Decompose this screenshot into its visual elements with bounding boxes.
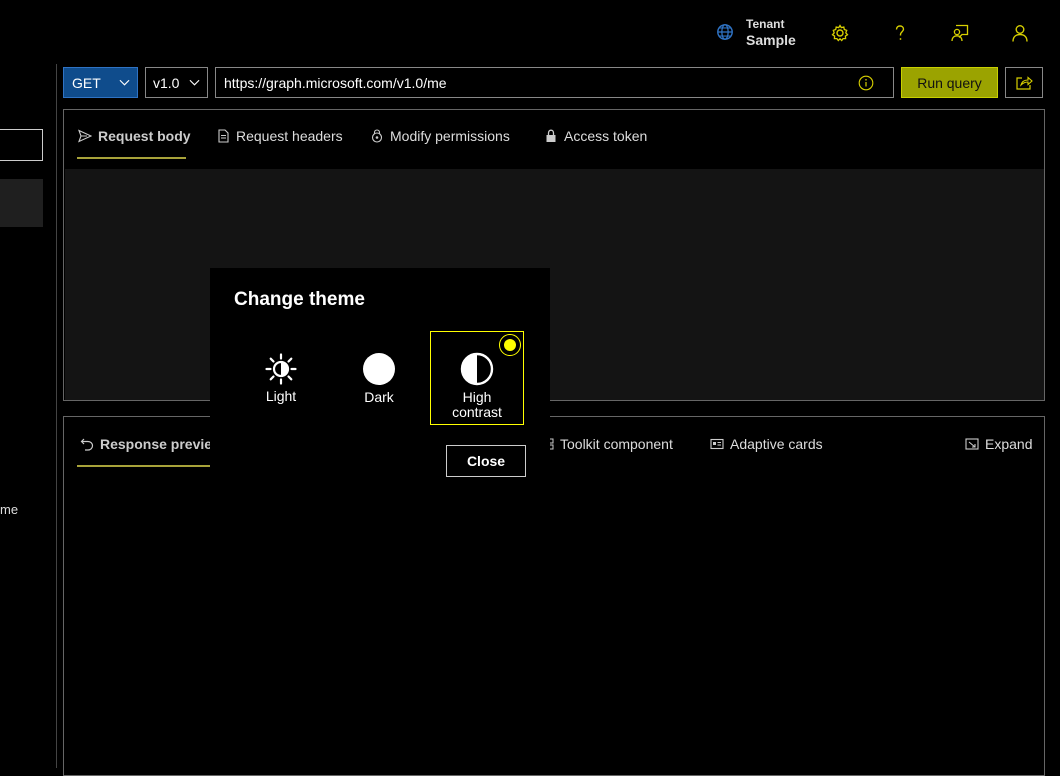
share-query-button[interactable] xyxy=(1005,67,1043,98)
dialog-title: Change theme xyxy=(234,289,365,310)
query-url-input[interactable] xyxy=(215,67,894,98)
tab-label: Expand xyxy=(985,436,1033,452)
chevron-down-icon xyxy=(119,79,130,86)
version-value: v1.0 xyxy=(153,74,180,91)
tab-response-preview[interactable]: Response preview xyxy=(80,436,223,452)
tab-access-token[interactable]: Access token xyxy=(544,128,647,144)
send-icon xyxy=(78,129,92,143)
expand-icon xyxy=(965,438,979,450)
tab-label: Toolkit component xyxy=(560,436,673,452)
sidebar-search-input[interactable] xyxy=(0,129,43,161)
tab-label: Request headers xyxy=(236,128,343,144)
filled-circle-icon xyxy=(363,353,395,385)
tab-label: Adaptive cards xyxy=(730,436,823,452)
feedback-button[interactable] xyxy=(949,22,971,44)
feedback-icon xyxy=(951,24,969,42)
help-button[interactable] xyxy=(889,22,911,44)
lock-icon xyxy=(546,129,556,142)
radio-dot xyxy=(504,339,516,351)
tenant-name: Sample xyxy=(746,32,796,48)
http-method-dropdown[interactable]: GET xyxy=(63,67,138,98)
run-query-button[interactable]: Run query xyxy=(901,67,998,98)
tenant-label: Tenant xyxy=(746,17,785,31)
chevron-down-icon xyxy=(189,79,200,86)
sidebar-divider xyxy=(56,64,57,768)
share-icon xyxy=(1016,75,1033,90)
person-icon xyxy=(1012,25,1028,42)
account-button[interactable] xyxy=(1009,22,1031,44)
gear-icon xyxy=(831,24,849,42)
globe-icon xyxy=(717,24,733,40)
theme-label-dark: Dark xyxy=(364,389,394,405)
theme-option-dark[interactable]: Dark xyxy=(354,352,404,405)
card-icon xyxy=(710,438,724,450)
theme-option-light[interactable]: Light xyxy=(256,352,306,404)
tenant-switcher[interactable]: Tenant Sample xyxy=(716,16,796,48)
tab-label: Request body xyxy=(98,128,191,144)
tab-toolkit-component[interactable]: Toolkit component xyxy=(546,436,673,452)
contrast-icon xyxy=(460,352,494,386)
document-icon xyxy=(218,129,229,143)
undo-arrow-icon xyxy=(80,438,94,451)
tab-request-body[interactable]: Request body xyxy=(78,128,191,144)
theme-label-high: High xyxy=(462,389,492,405)
expand-button[interactable]: Expand xyxy=(965,436,1032,452)
lock-settings-icon xyxy=(371,129,383,143)
close-button[interactable]: Close xyxy=(446,445,526,477)
tab-label: Response preview xyxy=(100,436,223,452)
theme-label-light: Light xyxy=(265,388,297,404)
tab-label: Modify permissions xyxy=(390,128,510,144)
active-tab-indicator xyxy=(77,157,186,159)
theme-label-contrast: contrast xyxy=(452,404,502,420)
help-icon xyxy=(895,25,905,40)
settings-button[interactable] xyxy=(829,22,851,44)
http-method-value: GET xyxy=(72,74,101,91)
tab-adaptive-cards[interactable]: Adaptive cards xyxy=(710,436,823,452)
sidebar-item-me[interactable]: me xyxy=(0,502,18,517)
sidebar-selected-item[interactable] xyxy=(0,179,43,227)
tab-modify-permissions[interactable]: Modify permissions xyxy=(370,128,510,144)
tab-request-headers[interactable]: Request headers xyxy=(216,128,343,144)
tab-label: Access token xyxy=(564,128,648,144)
version-dropdown[interactable]: v1.0 xyxy=(145,67,208,98)
active-tab-indicator xyxy=(77,465,210,467)
sun-icon xyxy=(265,353,297,385)
info-icon[interactable] xyxy=(858,75,874,91)
theme-option-high-contrast-content[interactable]: High contrast xyxy=(437,352,517,420)
